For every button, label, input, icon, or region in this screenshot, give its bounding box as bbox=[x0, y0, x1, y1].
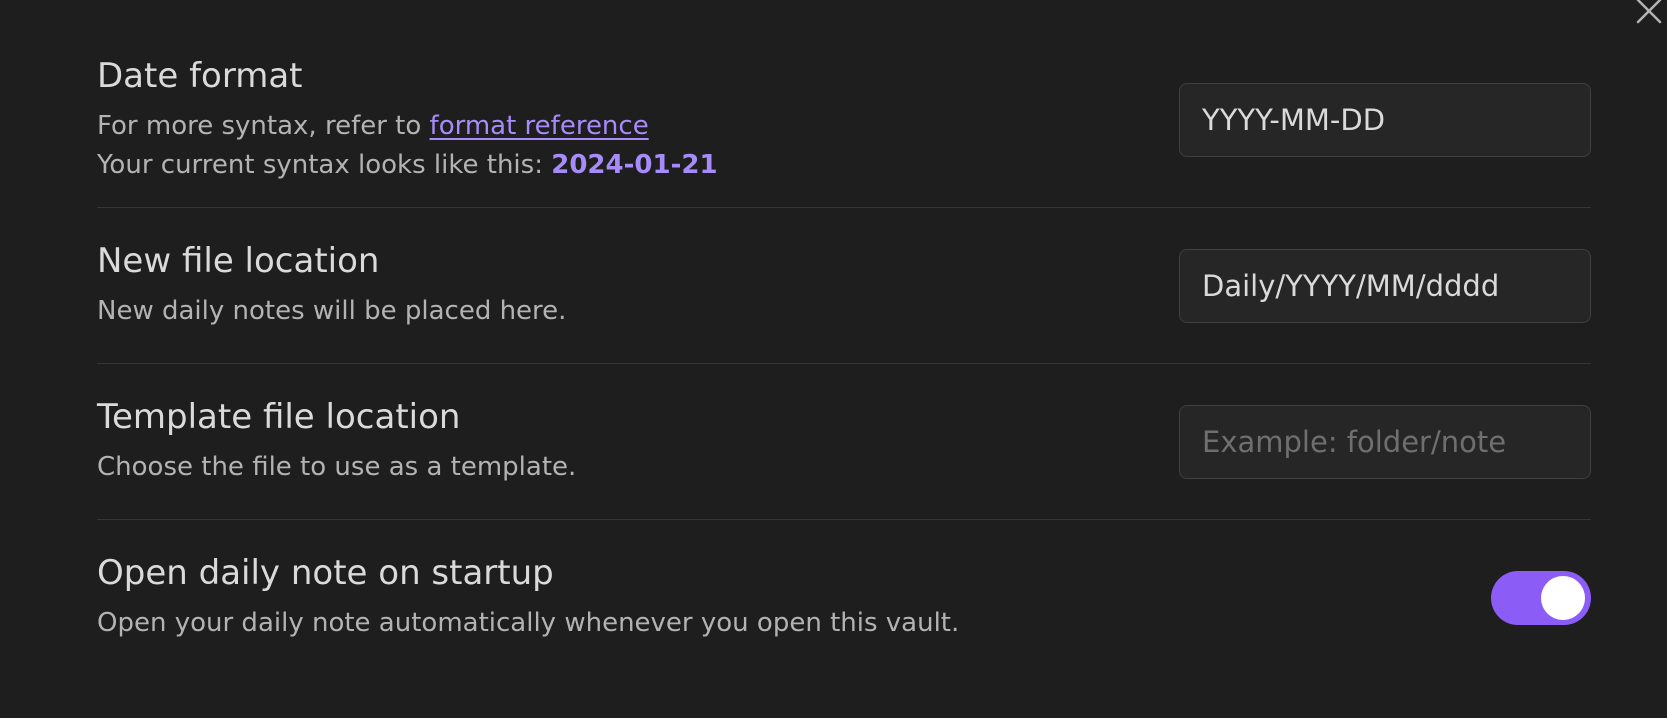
setting-description: Open your daily note automatically whene… bbox=[97, 608, 960, 638]
setting-info: New file location New daily notes will b… bbox=[97, 241, 566, 331]
date-format-input[interactable] bbox=[1179, 83, 1591, 157]
setting-template-file-location: Template file location Choose the file t… bbox=[97, 364, 1591, 520]
close-button[interactable] bbox=[1627, 0, 1667, 28]
new-file-location-input[interactable] bbox=[1179, 248, 1591, 323]
template-file-location-input[interactable] bbox=[1179, 404, 1591, 479]
setting-info: Date format For more syntax, refer to fo… bbox=[97, 56, 718, 185]
setting-date-format: Date format For more syntax, refer to fo… bbox=[97, 33, 1591, 208]
setting-info: Template file location Choose the file t… bbox=[97, 397, 576, 487]
setting-name: New file location bbox=[97, 240, 380, 281]
setting-name: Date format bbox=[97, 55, 303, 96]
date-format-sample: 2024-01-21 bbox=[551, 149, 718, 180]
daily-notes-settings: Date format For more syntax, refer to fo… bbox=[97, 33, 1591, 676]
setting-description: For more syntax, refer to format referen… bbox=[97, 107, 718, 185]
format-reference-link[interactable]: format reference bbox=[430, 111, 649, 141]
desc-text: For more syntax, refer to bbox=[97, 110, 430, 141]
toggle-knob bbox=[1541, 576, 1585, 620]
setting-description: New daily notes will be placed here. bbox=[97, 295, 567, 326]
desc-text: Your current syntax looks like this: bbox=[97, 149, 552, 180]
setting-open-on-startup: Open daily note on startup Open your dai… bbox=[97, 520, 1591, 676]
setting-description: Choose the file to use as a template. bbox=[97, 451, 577, 482]
setting-name: Open daily note on startup bbox=[97, 553, 554, 593]
setting-name: Template file location bbox=[97, 396, 461, 437]
close-icon bbox=[1636, 0, 1662, 24]
setting-new-file-location: New file location New daily notes will b… bbox=[97, 208, 1591, 364]
setting-info: Open daily note on startup Open your dai… bbox=[97, 553, 959, 643]
open-on-startup-toggle[interactable] bbox=[1491, 571, 1591, 625]
